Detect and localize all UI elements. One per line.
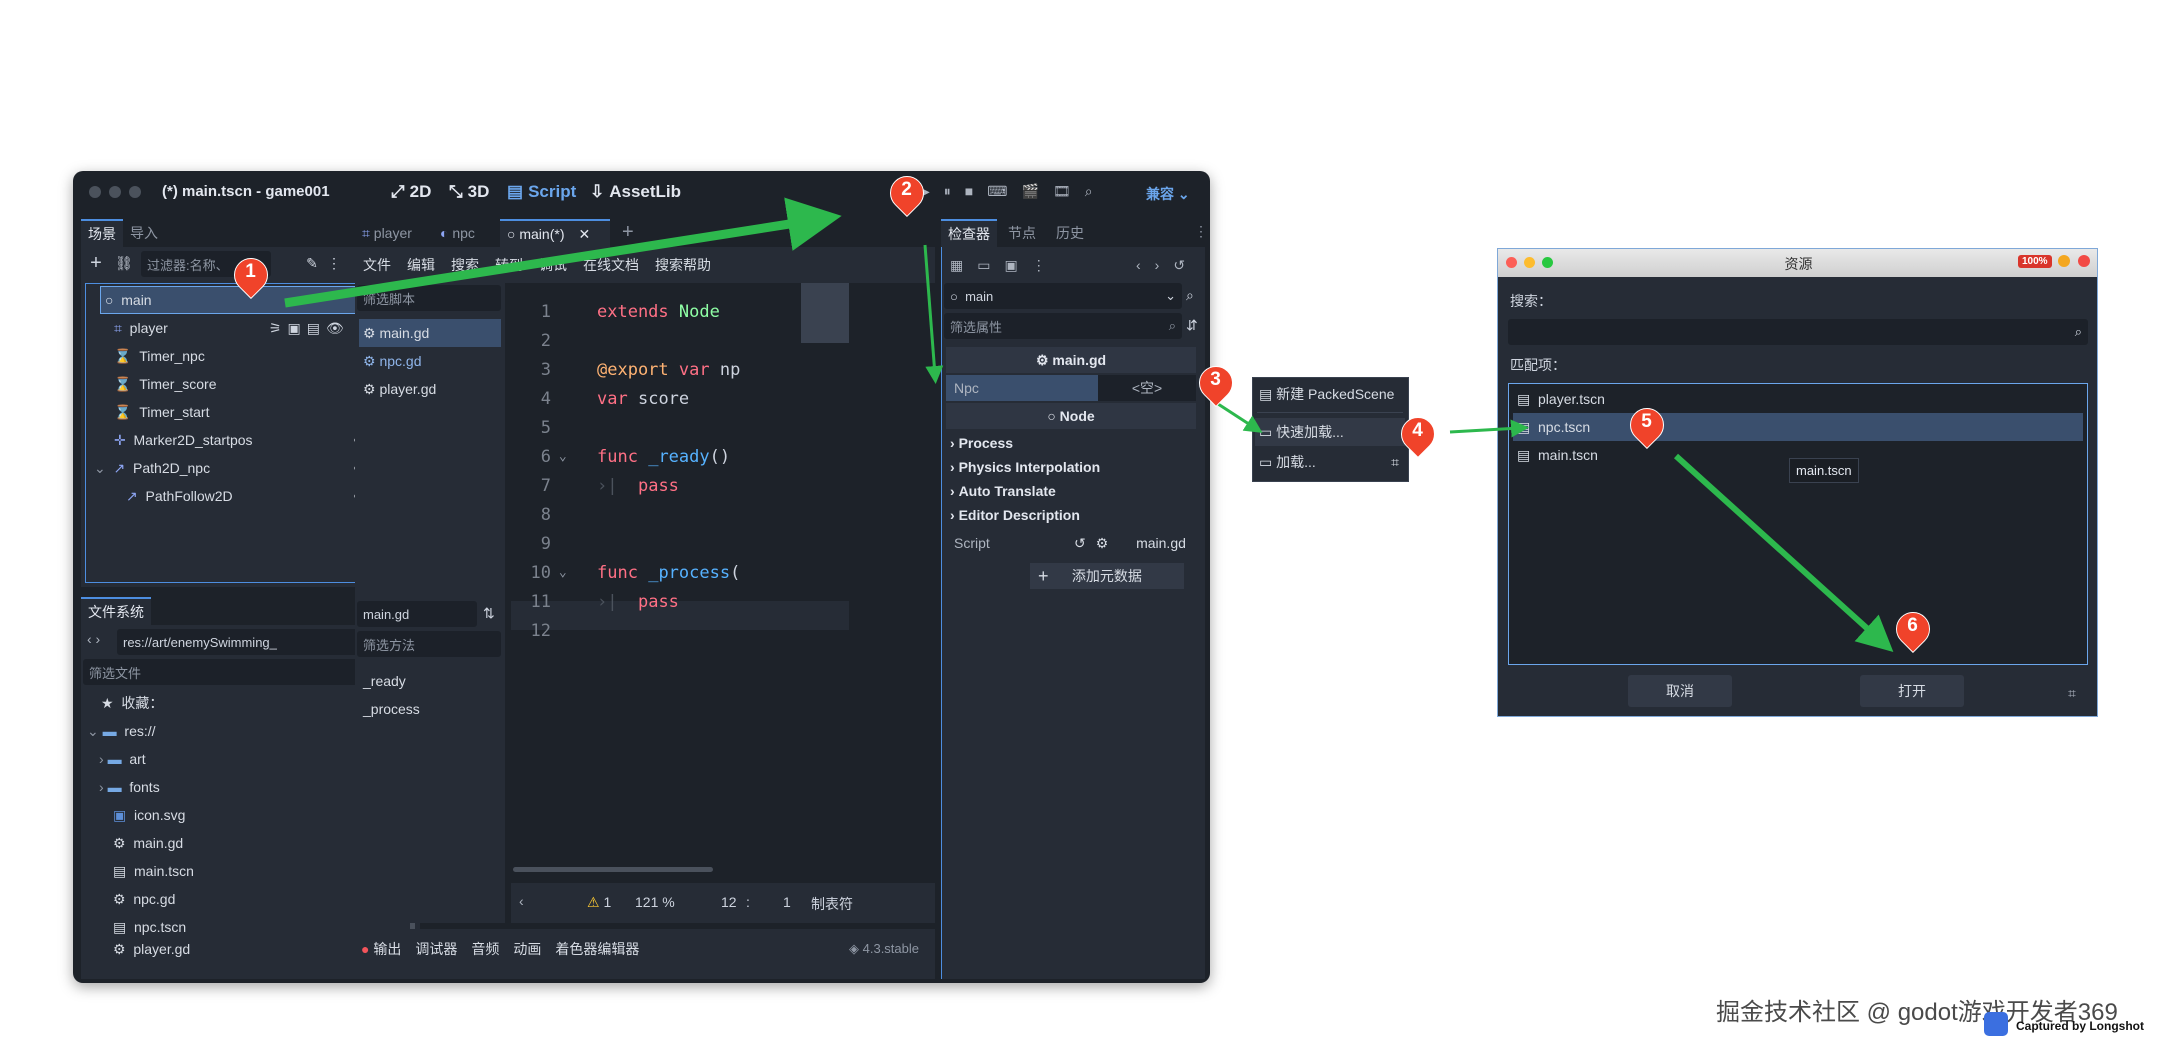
step-marker-4: 4 [1393, 409, 1443, 459]
marker-number: 3 [1210, 369, 1221, 390]
arrow-2-to-npc [923, 244, 944, 384]
arrow-4-to-5 [1449, 419, 1529, 438]
arrow-1-to-2 [284, 197, 842, 308]
marker-number: 6 [1907, 615, 1918, 636]
annotation-arrows [284, 197, 1894, 653]
marker-number: 1 [245, 261, 256, 282]
step-marker-1: 1 [226, 250, 276, 300]
step-marker-5: 5 [1622, 400, 1672, 450]
capture-label: Captured by Longshot [2016, 1019, 2144, 1033]
step-marker-2: 2 [882, 168, 932, 218]
marker-number: 2 [901, 179, 912, 200]
longshot-icon [1984, 1012, 2008, 1036]
step-marker-6: 6 [1888, 604, 1938, 654]
arrow-5-to-6 [1673, 453, 1894, 653]
marker-number: 4 [1412, 420, 1423, 441]
marker-number: 5 [1641, 411, 1652, 432]
step-marker-3: 3 [1191, 358, 1241, 408]
